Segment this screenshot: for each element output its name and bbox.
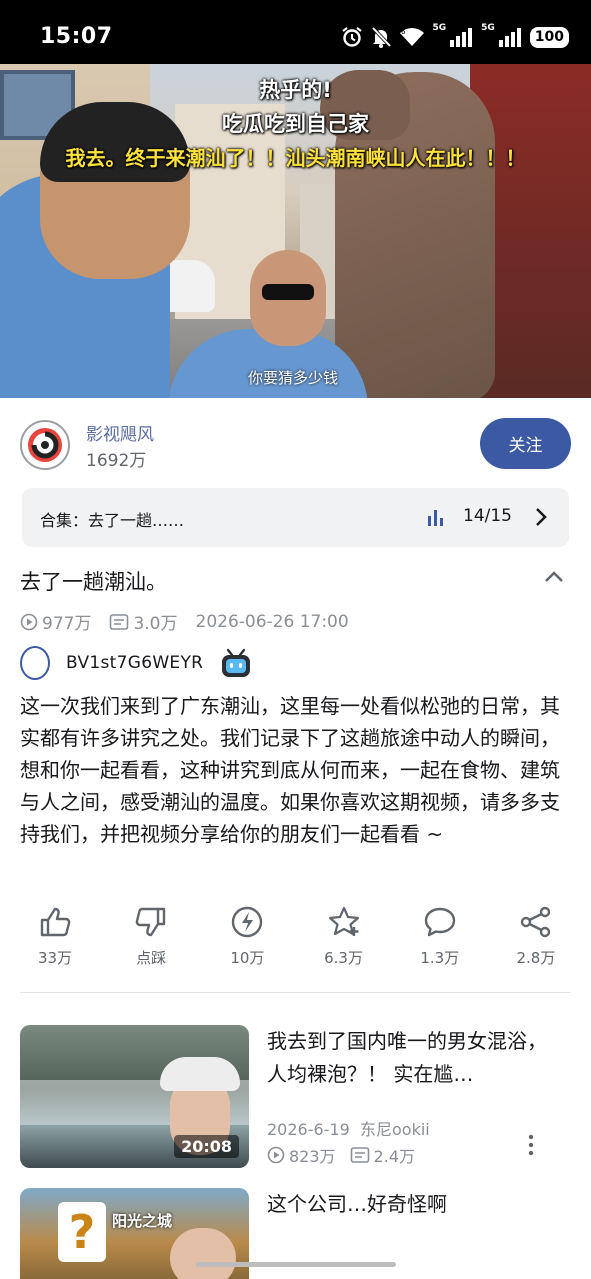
collection-label: 合集：去了一趟……	[40, 511, 185, 530]
video-scene-sunglasses	[262, 284, 314, 300]
play-count-icon	[267, 1146, 285, 1164]
collection-count: 14/15	[463, 506, 512, 526]
signal-5g-icon-2	[498, 28, 521, 47]
alarm-icon	[342, 27, 363, 47]
uploader-fans: 1692万	[86, 451, 147, 471]
bvid-circle-icon	[20, 646, 50, 680]
recommendation-author: 东尼ookii	[359, 1120, 430, 1139]
net-label-1: 5G	[432, 23, 447, 33]
chevron-up-icon[interactable]	[544, 570, 564, 584]
views-count: 977万	[42, 614, 92, 634]
favorite-button[interactable]: 6.3万	[309, 905, 379, 975]
recommendation-title-2[interactable]: 这个公司…好奇怪啊	[267, 1188, 557, 1221]
uploader-row: 影视飓风 1692万 关注	[20, 418, 571, 474]
dislike-label: 点踩	[136, 949, 167, 967]
wifi-icon: 6	[400, 28, 425, 46]
rec-danmaku-stat: 2.4万	[350, 1143, 415, 1167]
bvid-row: BV1st7G6WEYR	[20, 646, 253, 680]
comment-icon	[424, 907, 455, 937]
status-bar: 15:07 6 5G 5G 100	[0, 0, 591, 64]
follow-button[interactable]: 关注	[480, 418, 571, 469]
recommendation-item[interactable]: 20:08 我去到了国内唯一的男女混浴，人均裸泡？！ 实在尴… 2026-6-1…	[20, 1025, 571, 1170]
video-subtitle-line1: 热乎的!	[259, 78, 332, 102]
like-count: 33万	[37, 949, 73, 967]
uploader-avatar[interactable]	[20, 420, 70, 470]
mute-icon	[372, 26, 392, 48]
equalizer-icon	[428, 510, 443, 526]
recommendation-thumbnail[interactable]: 20:08	[20, 1025, 249, 1168]
share-count: 2.8万	[516, 949, 556, 967]
video-subtitle-line3: 我去。终于来潮汕了！！汕头潮南峡山人在此！！！	[65, 146, 526, 170]
status-icons: 6 5G 5G 100	[341, 24, 569, 50]
video-subtitle-line2: 吃瓜吃到自己家	[222, 112, 369, 136]
danmaku-stat: 3.0万	[109, 609, 178, 634]
rec-danmaku-count: 2.4万	[373, 1147, 415, 1166]
video-description: 这一次我们来到了广东潮汕，这里每一处看似松弛的日常，其实都有许多讲究之处。我们记…	[20, 694, 560, 846]
rec-views-stat: 823万	[267, 1143, 336, 1167]
dislike-button[interactable]: 点踩	[116, 905, 186, 975]
danmaku-icon	[350, 1147, 369, 1163]
home-indicator[interactable]	[196, 1262, 396, 1267]
net-label-2: 5G	[481, 23, 495, 33]
share-button[interactable]: 2.8万	[501, 905, 571, 975]
video-title: 去了一趟潮汕。	[20, 570, 167, 594]
danmaku-count: 3.0万	[133, 614, 178, 634]
recommendation-stats: 823万 2.4万	[267, 1143, 429, 1167]
recommendation-date-author: 2026-6-19 东尼ookii	[267, 1116, 430, 1140]
favorite-count: 6.3万	[324, 949, 363, 967]
like-button[interactable]: 33万	[20, 905, 90, 975]
question-mark-icon: ?	[58, 1202, 106, 1262]
thumbs-down-icon	[135, 907, 166, 937]
logo-icon	[28, 428, 62, 462]
thumbnail-sign-text: 阳光之城	[112, 1212, 173, 1230]
chevron-right-icon	[536, 508, 547, 526]
danmaku-icon	[110, 613, 129, 630]
more-vertical-icon[interactable]	[526, 1133, 536, 1157]
recommendation-date: 2026-6-19	[267, 1120, 350, 1139]
video-duration: 20:08	[174, 1135, 239, 1158]
recommendation-title[interactable]: 我去到了国内唯一的男女混浴，人均裸泡？！ 实在尴…	[267, 1025, 557, 1091]
coin-button[interactable]: 10万	[212, 905, 282, 975]
rec-views-count: 823万	[289, 1147, 336, 1166]
share-icon	[520, 906, 551, 938]
status-time: 15:07	[40, 24, 113, 49]
views-stat: 977万	[20, 609, 91, 634]
coin-icon	[232, 906, 263, 938]
uploader-name[interactable]: 影视飓风	[86, 420, 154, 445]
publish-datetime: 2026-06-26 17:00	[195, 611, 349, 632]
robot-icon[interactable]	[219, 646, 253, 680]
comment-count: 1.3万	[420, 949, 460, 967]
video-caption: 你要猜多少钱	[248, 369, 339, 387]
collection-bar[interactable]: 合集：去了一趟…… 14/15	[22, 488, 569, 547]
comment-button[interactable]: 1.3万	[405, 905, 475, 975]
video-meta: 977万 3.0万 2026-06-26 17:00	[20, 609, 349, 634]
svg-text:6: 6	[401, 28, 406, 36]
thumbs-up-icon	[40, 907, 71, 937]
play-count-icon	[20, 613, 38, 630]
coin-count: 10万	[230, 949, 265, 967]
signal-5g-icon	[450, 28, 473, 47]
divider	[20, 992, 571, 993]
bvid-text[interactable]: BV1st7G6WEYR	[66, 653, 203, 673]
action-bar: 33万 点踩 10万 6.3万 1.3万 2.8万	[20, 905, 571, 975]
battery-indicator: 100	[529, 26, 569, 48]
star-add-icon	[328, 906, 359, 936]
